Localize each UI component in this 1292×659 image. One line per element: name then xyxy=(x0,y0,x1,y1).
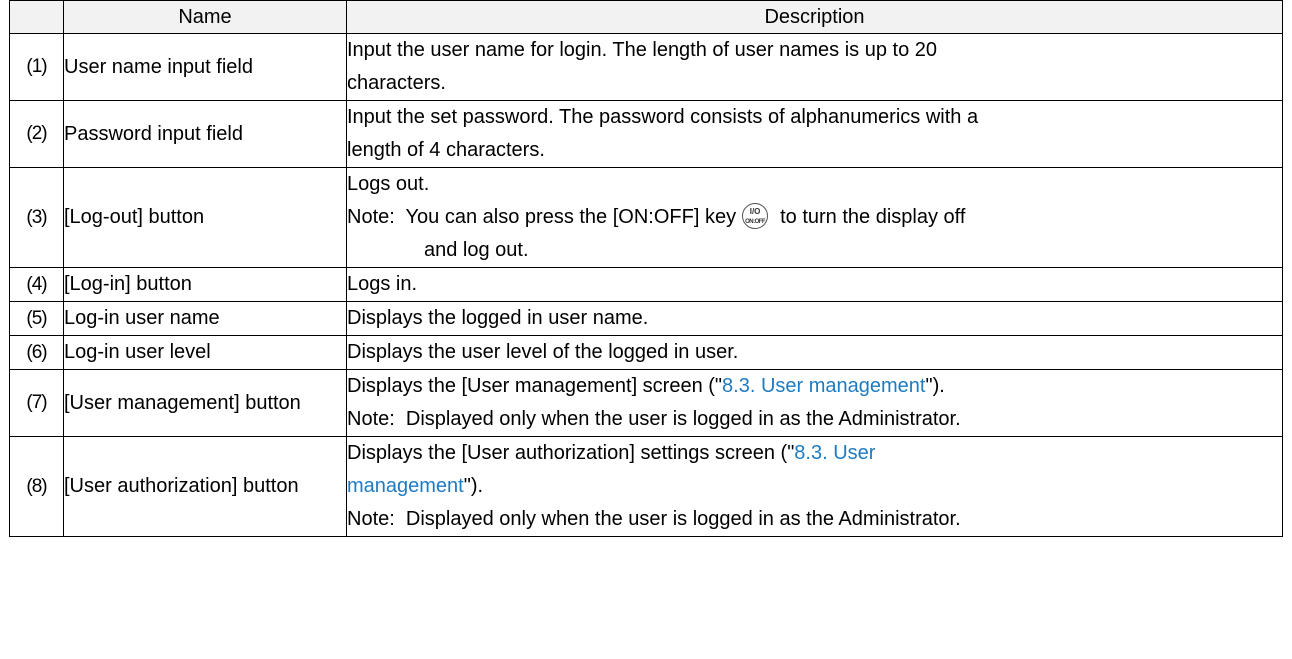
description-line: Input the set password. The password con… xyxy=(347,106,979,128)
row-number: (6) xyxy=(9,335,64,370)
table-row: (8) [User authorization] button Displays… xyxy=(9,436,1283,537)
description-line: characters. xyxy=(347,72,446,94)
row-description: Displays the [User authorization] settin… xyxy=(346,436,1283,537)
on-off-key-icon: I/O ON:OFF xyxy=(742,202,769,229)
note-continuation: and log out. xyxy=(424,239,529,261)
table-row: (1) User name input field Input the user… xyxy=(9,33,1283,101)
key-icon-top-label: I/O xyxy=(749,206,761,216)
description-text: Displays the [User authorization] settin… xyxy=(347,442,795,464)
note-text-after-icon: to turn the display off xyxy=(780,206,966,228)
header-num xyxy=(9,0,64,34)
row-description: Displays the user level of the logged in… xyxy=(346,335,1283,370)
note-line: Note: Displayed only when the user is lo… xyxy=(347,508,961,530)
description-line: Displays the [User management] screen ("… xyxy=(347,370,1282,403)
header-description: Description xyxy=(346,0,1283,34)
table-row: (5) Log-in user name Displays the logged… xyxy=(9,301,1283,336)
row-name: [User management] button xyxy=(63,369,347,437)
row-name: User name input field xyxy=(63,33,347,101)
description-text: "). xyxy=(463,475,484,497)
description-text: "). xyxy=(925,375,945,397)
row-description: Logs in. xyxy=(346,267,1283,302)
key-icon-bottom-label: ON:OFF xyxy=(745,218,766,225)
description-line: management"). xyxy=(347,470,1282,503)
user-management-link[interactable]: 8.3. User management xyxy=(722,375,925,397)
note-line: Note: You can also press the [ON:OFF] ke… xyxy=(347,201,1282,234)
row-description: Input the user name for login. The lengt… xyxy=(346,33,1283,101)
user-management-link[interactable]: 8.3. User xyxy=(794,442,875,464)
row-name: [Log-out] button xyxy=(63,167,347,268)
row-number: (2) xyxy=(9,100,64,168)
row-description: Logs out. Note: You can also press the [… xyxy=(346,167,1283,268)
row-description: Input the set password. The password con… xyxy=(346,100,1283,168)
table-row: (2) Password input field Input the set p… xyxy=(9,100,1283,168)
description-line: Displays the [User authorization] settin… xyxy=(347,437,1282,470)
description-line: Input the user name for login. The lengt… xyxy=(347,39,937,61)
table-row: (3) [Log-out] button Logs out. Note: You… xyxy=(9,167,1283,268)
row-number: (7) xyxy=(9,369,64,437)
row-name: Password input field xyxy=(63,100,347,168)
row-number: (3) xyxy=(9,167,64,268)
table-row: (4) [Log-in] button Logs in. xyxy=(9,267,1283,302)
table-row: (6) Log-in user level Displays the user … xyxy=(9,335,1283,370)
header-name: Name xyxy=(63,0,347,34)
row-number: (5) xyxy=(9,301,64,336)
row-name: [Log-in] button xyxy=(63,267,347,302)
note-line: Note: Displayed only when the user is lo… xyxy=(347,408,961,430)
note-text: Note: You can also press the [ON:OFF] ke… xyxy=(347,206,737,228)
row-number: (1) xyxy=(9,33,64,101)
description-line: length of 4 characters. xyxy=(347,139,545,161)
row-name: Log-in user level xyxy=(63,335,347,370)
row-name: Log-in user name xyxy=(63,301,347,336)
description-line: Logs out. xyxy=(347,173,430,195)
description-text: Displays the [User management] screen (" xyxy=(347,375,723,397)
row-number: (8) xyxy=(9,436,64,537)
row-name: [User authorization] button xyxy=(63,436,347,537)
description-table: Name Description (1) User name input fie… xyxy=(9,0,1283,537)
row-description: Displays the logged in user name. xyxy=(346,301,1283,336)
row-number: (4) xyxy=(9,267,64,302)
table-row: (7) [User management] button Displays th… xyxy=(9,369,1283,437)
row-description: Displays the [User management] screen ("… xyxy=(346,369,1283,437)
table-header-row: Name Description xyxy=(9,0,1283,34)
user-management-link[interactable]: management xyxy=(347,475,464,497)
